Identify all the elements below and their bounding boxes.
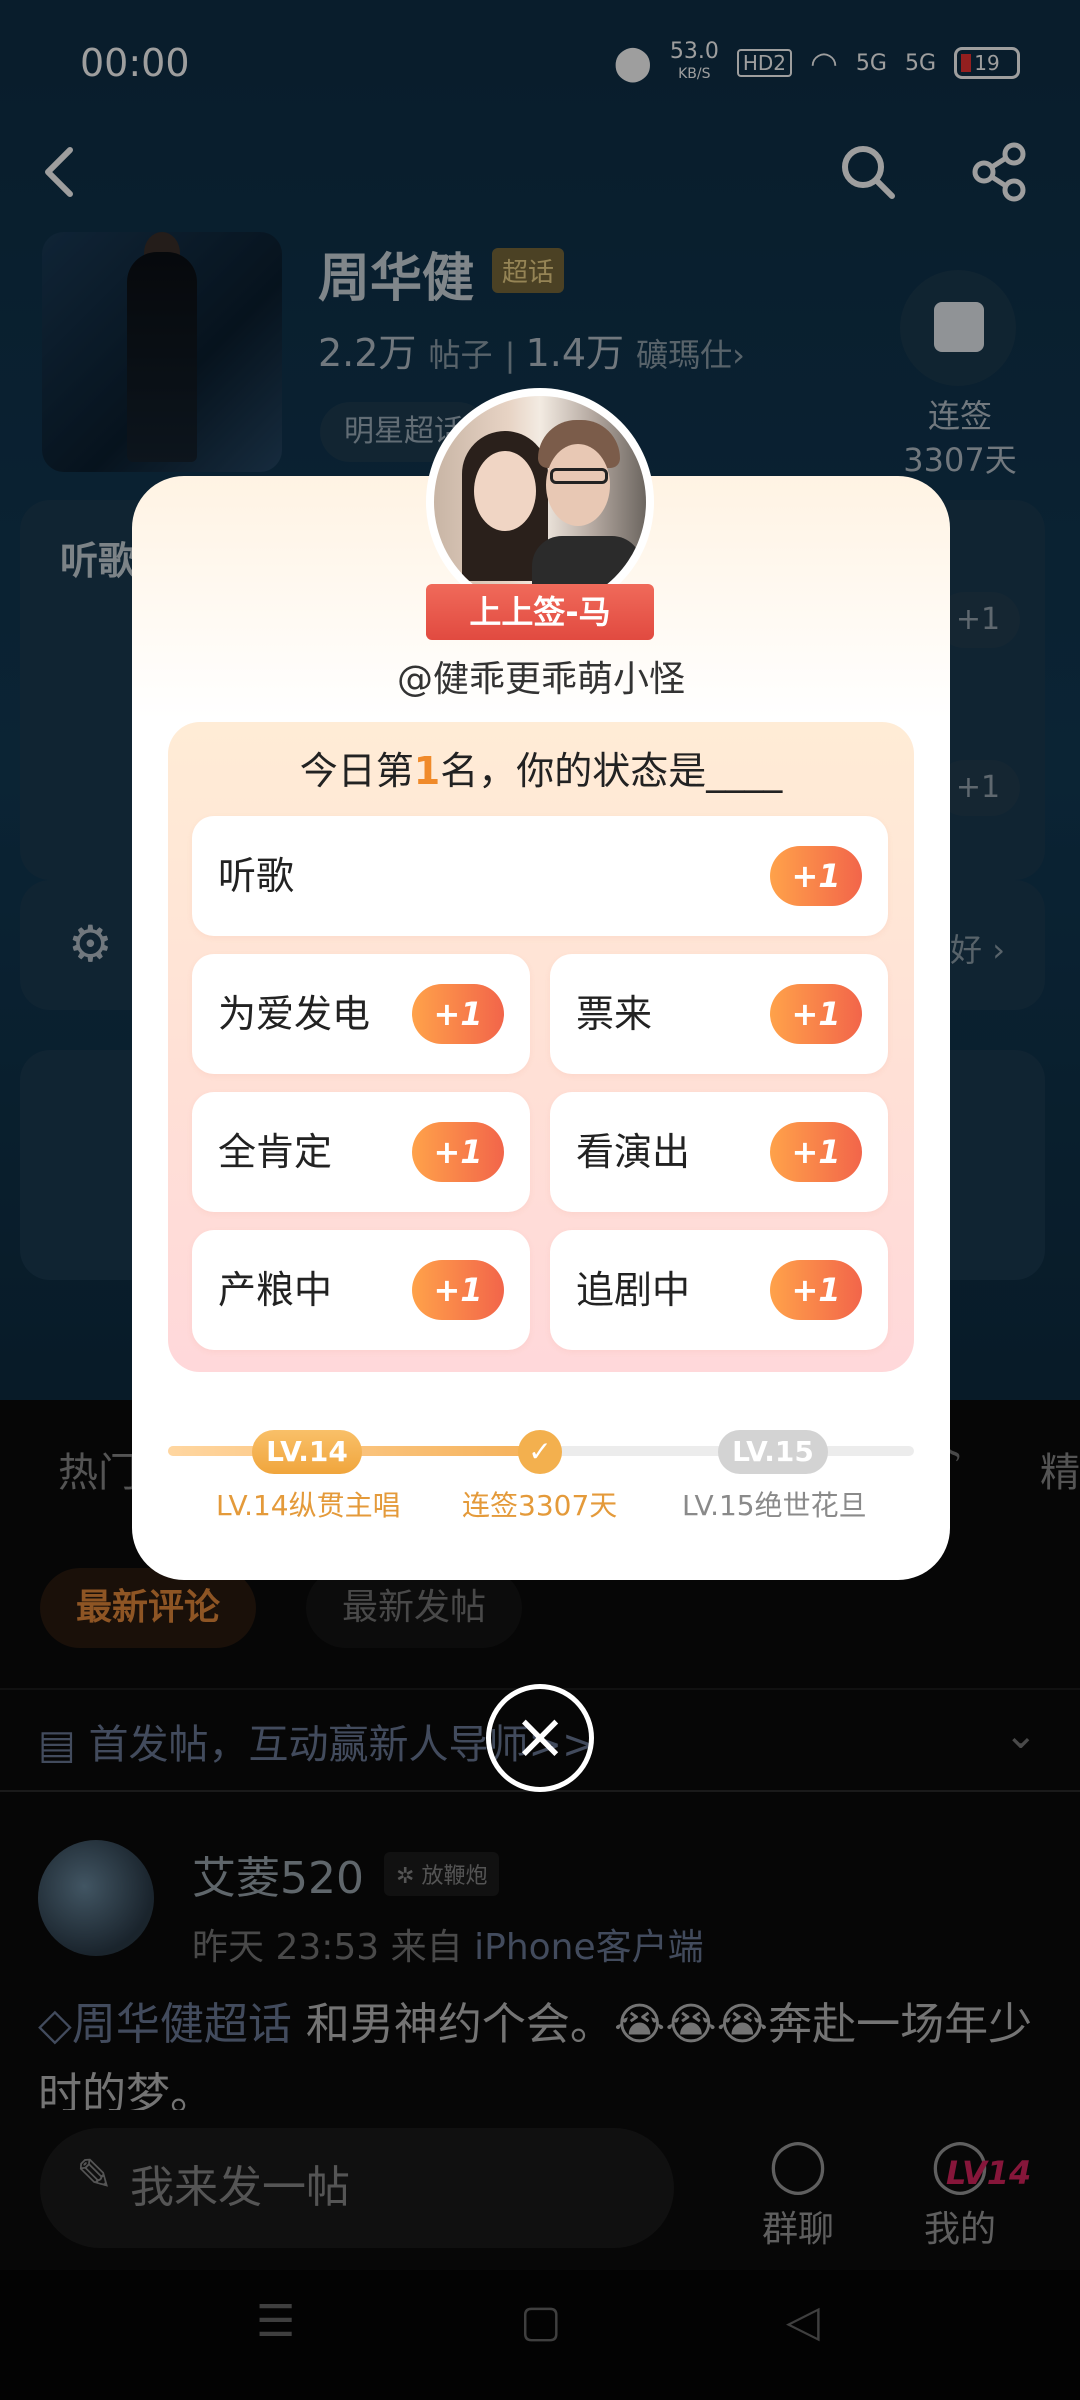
user-avatar — [426, 388, 654, 616]
plus-one-button[interactable]: +1 — [412, 1122, 504, 1182]
next-level-pill: LV.15 — [718, 1430, 828, 1474]
plus-one-button[interactable]: +1 — [770, 1122, 862, 1182]
plus-one-button[interactable]: +1 — [412, 984, 504, 1044]
next-level-label: LV.15绝世花旦 — [682, 1489, 867, 1522]
close-icon[interactable]: × — [486, 1684, 594, 1792]
fortune-ribbon: 上上签-马 — [414, 584, 666, 640]
current-level-pill: LV.14 — [252, 1430, 362, 1474]
plus-one-button[interactable]: +1 — [770, 1260, 862, 1320]
plus-one-button[interactable]: +1 — [770, 846, 862, 906]
status-option[interactable]: 全肯定 +1 — [192, 1092, 530, 1212]
status-option[interactable]: 听歌 +1 — [192, 816, 888, 936]
plus-one-button[interactable]: +1 — [770, 984, 862, 1044]
plus-one-button[interactable]: +1 — [412, 1260, 504, 1320]
current-level-label: LV.14纵贯主唱 — [216, 1489, 401, 1522]
status-option[interactable]: 为爱发电 +1 — [192, 954, 530, 1074]
rank-line: 今日第1名，你的状态是____ — [299, 749, 783, 793]
check-icon: ✓ — [518, 1430, 562, 1474]
status-option[interactable]: 看演出 +1 — [550, 1092, 888, 1212]
streak-label: 连签3307天 — [462, 1489, 618, 1522]
status-option[interactable]: 票来 +1 — [550, 954, 888, 1074]
status-option[interactable]: 追剧中 +1 — [550, 1230, 888, 1350]
username: @健乖更乖萌小怪 — [396, 659, 685, 700]
status-option[interactable]: 产粮中 +1 — [192, 1230, 530, 1350]
